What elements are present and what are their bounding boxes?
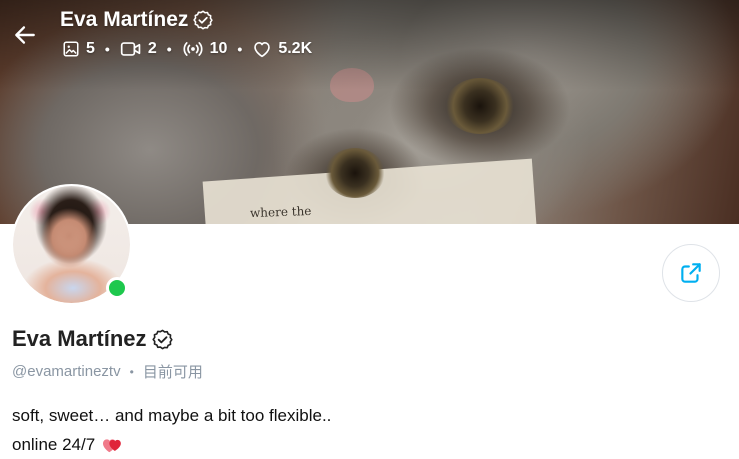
stat-videos-count: 2	[147, 40, 157, 57]
stat-likes[interactable]: 5.2K	[252, 40, 312, 58]
share-icon	[681, 263, 701, 283]
cover-cat-eye	[325, 148, 385, 198]
back-arrow-icon	[15, 26, 35, 44]
stat-likes-count: 5.2K	[278, 40, 313, 57]
handle-separator: •	[129, 364, 134, 379]
share-button[interactable]	[662, 244, 720, 302]
stat-streams[interactable]: 10	[182, 40, 228, 58]
profile-name: Eva Martínez	[12, 326, 147, 351]
heart-icon	[254, 42, 271, 58]
stat-photos[interactable]: 5	[62, 40, 95, 58]
stat-separator: •	[237, 41, 243, 57]
bio-line-2: online 24/7	[12, 430, 331, 459]
verified-badge-icon	[193, 10, 214, 30]
header-stats: 5 • 2 • 10 • 5.2K	[62, 40, 312, 58]
stat-separator: •	[104, 41, 110, 57]
profile-handle: @evamartineztv	[12, 363, 121, 380]
online-status-indicator	[106, 277, 128, 299]
verified-badge-icon	[151, 329, 173, 349]
header-title: Eva Martínez	[60, 8, 214, 32]
broadcast-icon	[183, 42, 203, 56]
video-icon	[120, 42, 141, 56]
stat-separator: •	[166, 41, 172, 57]
profile-bio: soft, sweet… and maybe a bit too flexibl…	[12, 401, 331, 459]
cover-banner: where the	[0, 0, 739, 224]
cover-paper-text: where the	[249, 203, 312, 221]
image-icon	[63, 41, 79, 57]
bio-line: soft, sweet… and maybe a bit too flexibl…	[12, 406, 332, 425]
profile-name-row: Eva Martínez	[12, 326, 174, 352]
profile-handle-row: @evamartineztv • 目前可用	[12, 361, 203, 382]
stat-streams-count: 10	[209, 40, 228, 57]
back-button[interactable]	[10, 20, 40, 50]
stat-photos-count: 5	[86, 40, 95, 57]
stat-videos[interactable]: 2	[120, 40, 157, 58]
header-name: Eva Martínez	[60, 8, 189, 31]
bio-line: online 24/7	[12, 435, 96, 454]
availability-status: 目前可用	[142, 364, 203, 381]
